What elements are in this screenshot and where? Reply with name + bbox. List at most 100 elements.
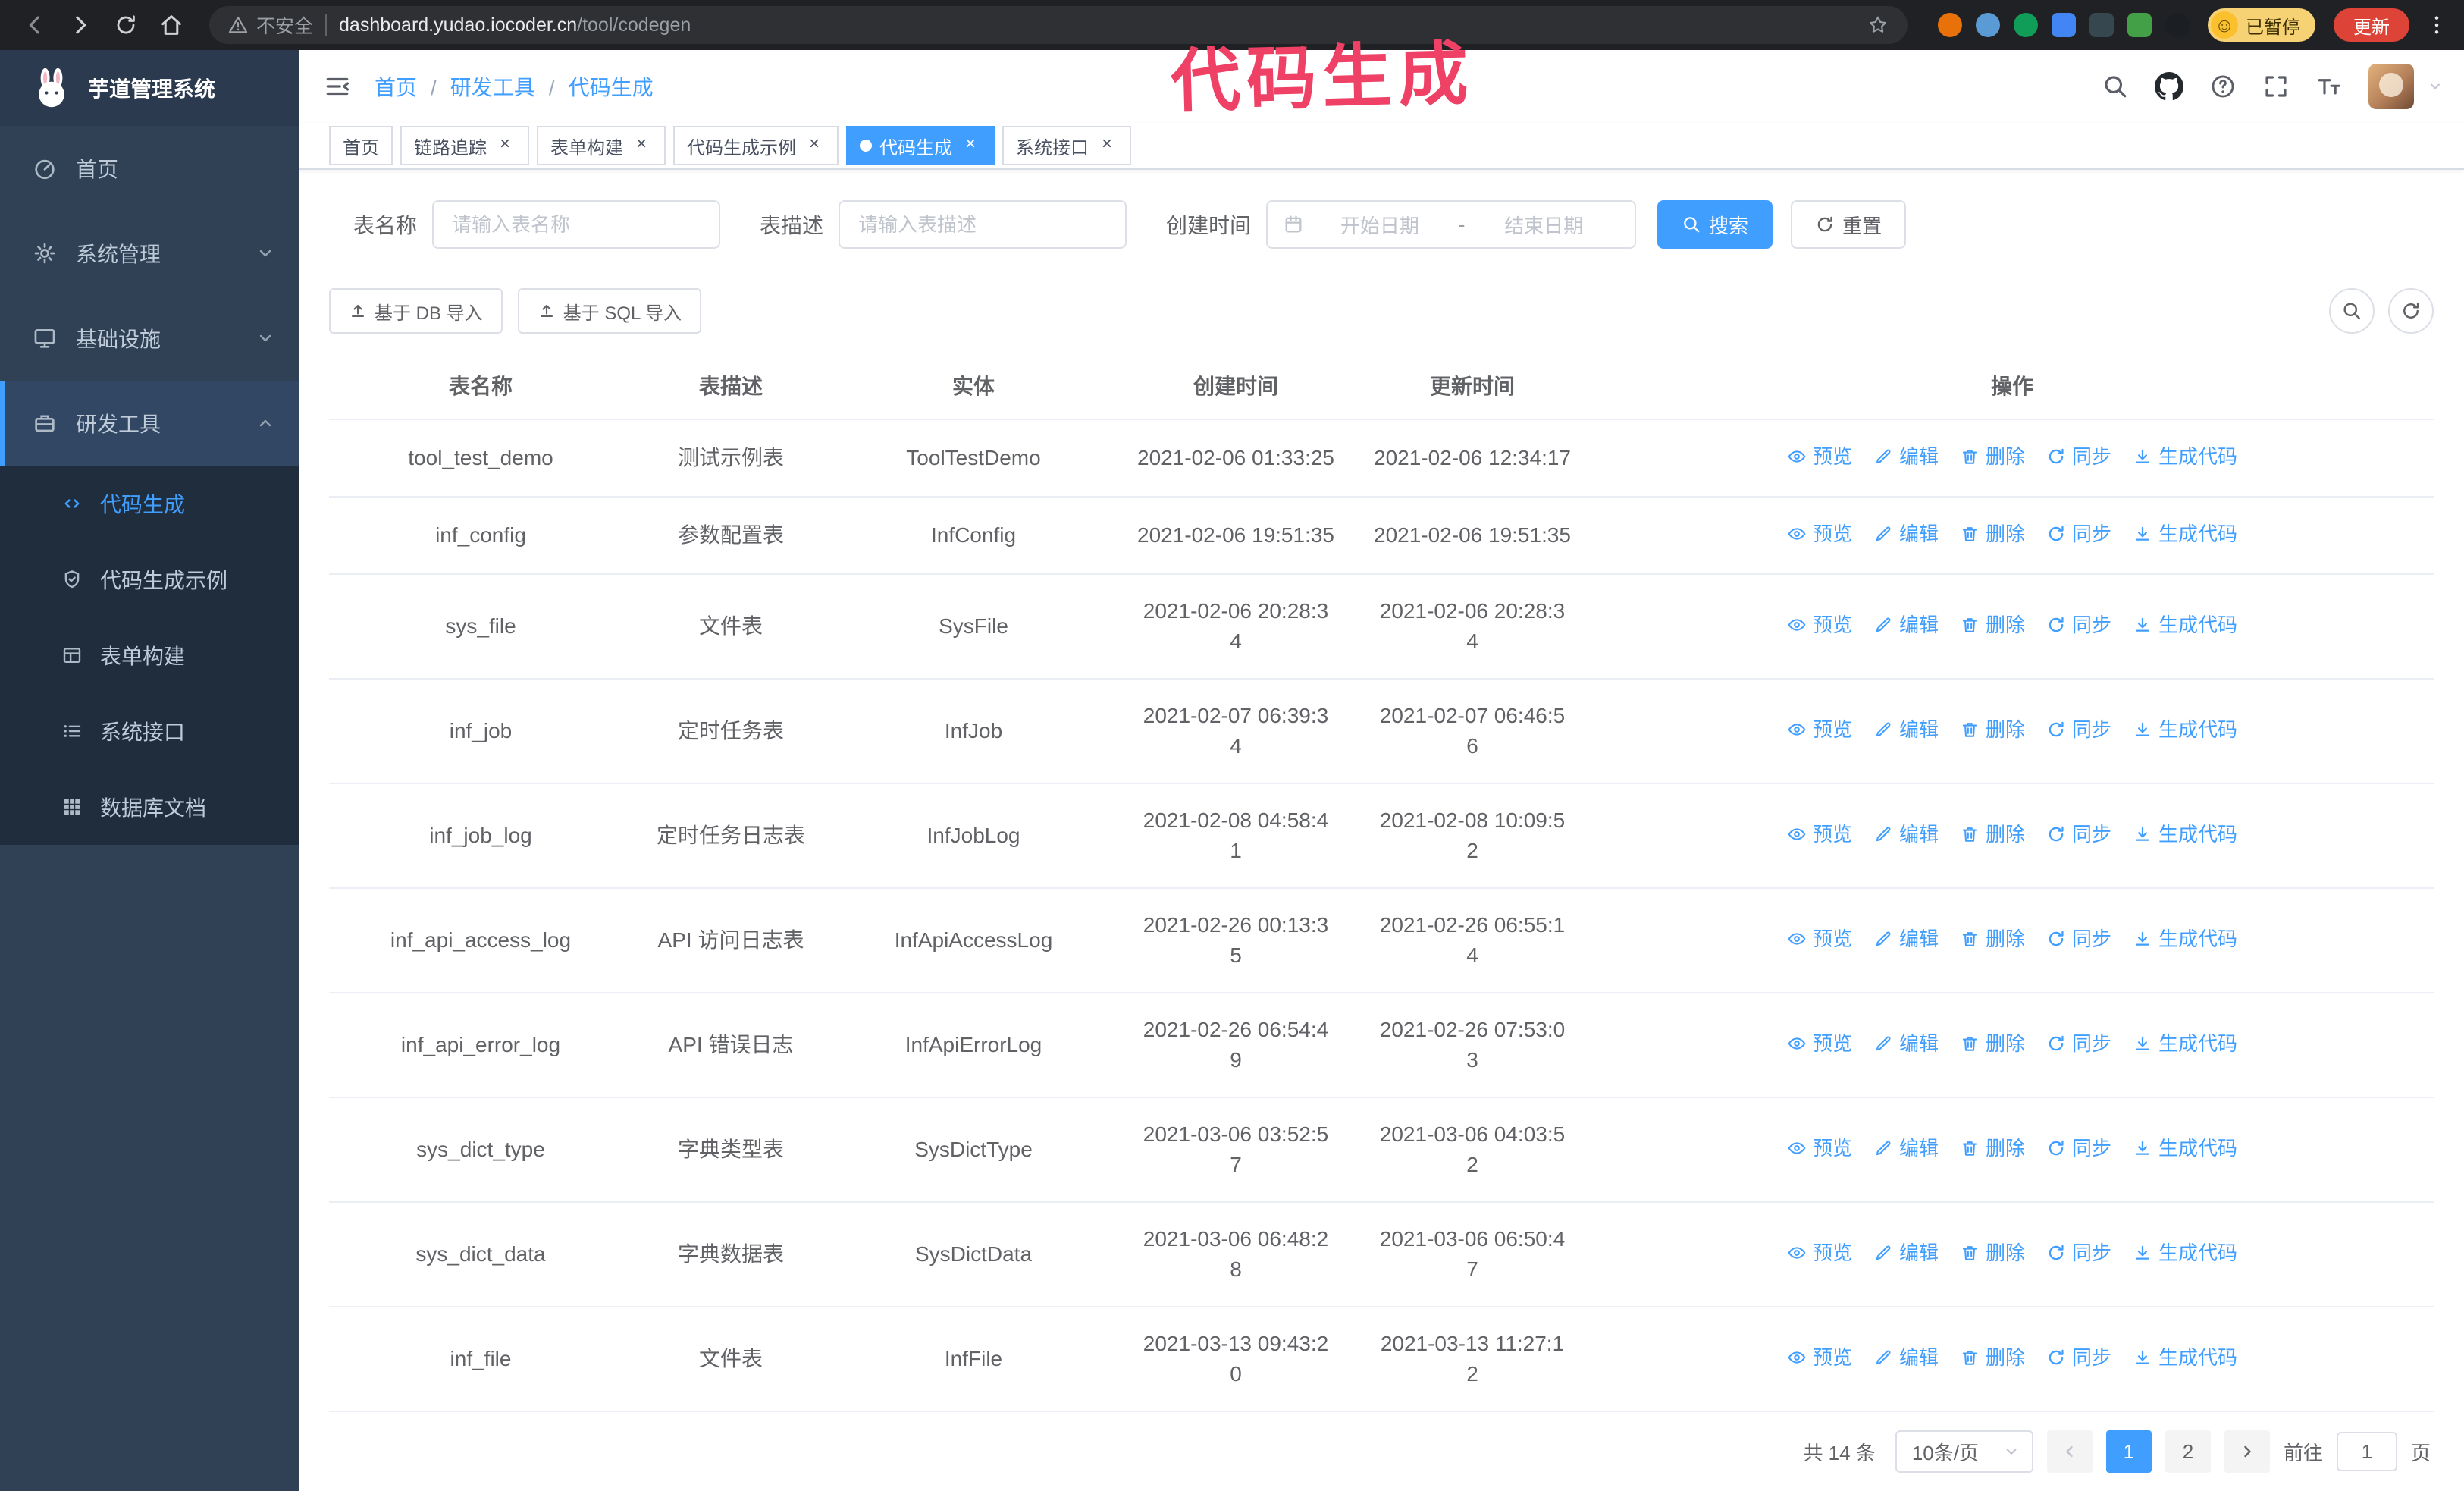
sidebar-fold-icon[interactable]	[323, 72, 352, 101]
close-icon[interactable]: ×	[1096, 135, 1118, 156]
chevron-down-icon[interactable]	[2428, 79, 2443, 94]
chrome-update-button[interactable]: 更新	[2334, 8, 2409, 42]
extension-dark-icon[interactable]	[2089, 13, 2114, 37]
delete-link[interactable]: 删除	[1960, 441, 2025, 472]
avatar[interactable]	[2368, 64, 2414, 110]
edit-link[interactable]: 编辑	[1873, 1028, 1939, 1059]
extension-people-icon[interactable]	[2052, 13, 2076, 37]
tab-tracing[interactable]: 链路追踪 ×	[400, 126, 529, 166]
sync-link[interactable]: 同步	[2046, 610, 2111, 640]
search-icon[interactable]	[2102, 73, 2129, 100]
sidebar-item-system[interactable]: 系统管理	[0, 211, 299, 296]
preview-link[interactable]: 预览	[1787, 1028, 1852, 1059]
sync-link[interactable]: 同步	[2046, 441, 2111, 472]
extension-knot-icon[interactable]	[2165, 13, 2190, 37]
edit-link[interactable]: 编辑	[1873, 1342, 1939, 1373]
delete-link[interactable]: 删除	[1960, 924, 2025, 954]
github-icon[interactable]	[2155, 72, 2183, 101]
sync-link[interactable]: 同步	[2046, 519, 2111, 549]
generate-link[interactable]: 生成代码	[2133, 1342, 2237, 1373]
import-db-button[interactable]: 基于 DB 导入	[329, 288, 503, 334]
tab-codegen[interactable]: 代码生成 ×	[846, 126, 995, 166]
sync-link[interactable]: 同步	[2046, 819, 2111, 849]
generate-link[interactable]: 生成代码	[2133, 1238, 2237, 1268]
tab-home[interactable]: 首页	[329, 126, 393, 166]
security-indicator[interactable]: 不安全	[227, 11, 313, 39]
edit-link[interactable]: 编辑	[1873, 441, 1939, 472]
generate-link[interactable]: 生成代码	[2133, 519, 2237, 549]
edit-link[interactable]: 编辑	[1873, 819, 1939, 849]
sync-link[interactable]: 同步	[2046, 1133, 2111, 1163]
sidebar-subitem-db-doc[interactable]: 数据库文档	[0, 769, 299, 845]
close-icon[interactable]: ×	[494, 135, 516, 156]
close-icon[interactable]: ×	[960, 135, 981, 156]
close-icon[interactable]: ×	[631, 135, 652, 156]
bookmark-star-icon[interactable]	[1867, 14, 1889, 36]
generate-link[interactable]: 生成代码	[2133, 1133, 2237, 1163]
profile-paused-badge[interactable]: ☺ 已暂停	[2208, 8, 2315, 42]
browser-back-button[interactable]	[15, 5, 55, 45]
delete-link[interactable]: 删除	[1960, 519, 2025, 549]
sidebar-subitem-api[interactable]: 系统接口	[0, 693, 299, 769]
tab-api[interactable]: 系统接口 ×	[1002, 126, 1131, 166]
generate-link[interactable]: 生成代码	[2133, 610, 2237, 640]
sync-link[interactable]: 同步	[2046, 1342, 2111, 1373]
sync-link[interactable]: 同步	[2046, 1028, 2111, 1059]
next-page-button[interactable]	[2224, 1430, 2270, 1473]
table-desc-input[interactable]	[839, 200, 1127, 249]
extension-leaf-icon[interactable]	[2127, 13, 2152, 37]
browser-forward-button[interactable]	[61, 5, 100, 45]
preview-link[interactable]: 预览	[1787, 714, 1852, 745]
delete-link[interactable]: 删除	[1960, 1028, 2025, 1059]
delete-link[interactable]: 删除	[1960, 714, 2025, 745]
preview-link[interactable]: 预览	[1787, 1133, 1852, 1163]
app-logo-area[interactable]: 芋道管理系统	[0, 50, 299, 126]
sidebar-item-home[interactable]: 首页	[0, 126, 299, 211]
sidebar-subitem-form-builder[interactable]: 表单构建	[0, 617, 299, 693]
create-time-range-picker[interactable]: 开始日期 - 结束日期	[1266, 200, 1637, 249]
goto-page-input[interactable]	[2336, 1432, 2397, 1471]
delete-link[interactable]: 删除	[1960, 1133, 2025, 1163]
edit-link[interactable]: 编辑	[1873, 924, 1939, 954]
sidebar-item-dev-tools[interactable]: 研发工具	[0, 381, 299, 466]
toggle-search-button[interactable]	[2329, 288, 2375, 334]
search-button[interactable]: 搜索	[1657, 200, 1773, 249]
sidebar-subitem-codegen-example[interactable]: 代码生成示例	[0, 541, 299, 617]
generate-link[interactable]: 生成代码	[2133, 924, 2237, 954]
edit-link[interactable]: 编辑	[1873, 1133, 1939, 1163]
extension-check-icon[interactable]	[2014, 13, 2038, 37]
page-1-button[interactable]: 1	[2105, 1430, 2152, 1473]
generate-link[interactable]: 生成代码	[2133, 1028, 2237, 1059]
browser-home-button[interactable]	[152, 5, 191, 45]
sidebar-subitem-codegen[interactable]: 代码生成	[0, 466, 299, 541]
extension-drop-icon[interactable]	[1976, 13, 2000, 37]
tab-codegen-example[interactable]: 代码生成示例 ×	[673, 126, 839, 166]
preview-link[interactable]: 预览	[1787, 924, 1852, 954]
generate-link[interactable]: 生成代码	[2133, 714, 2237, 745]
browser-reload-button[interactable]	[106, 5, 146, 45]
tab-form-builder[interactable]: 表单构建 ×	[537, 126, 666, 166]
reset-button[interactable]: 重置	[1791, 200, 1907, 249]
font-size-icon[interactable]	[2315, 73, 2343, 100]
breadcrumb-dev-tools[interactable]: 研发工具	[417, 71, 535, 102]
preview-link[interactable]: 预览	[1787, 1342, 1852, 1373]
prev-page-button[interactable]	[2046, 1430, 2093, 1473]
sync-link[interactable]: 同步	[2046, 1238, 2111, 1268]
preview-link[interactable]: 预览	[1787, 610, 1852, 640]
page-2-button[interactable]: 2	[2165, 1430, 2211, 1473]
breadcrumb-home[interactable]: 首页	[375, 71, 417, 102]
close-icon[interactable]: ×	[804, 135, 825, 156]
delete-link[interactable]: 删除	[1960, 610, 2025, 640]
preview-link[interactable]: 预览	[1787, 441, 1852, 472]
delete-link[interactable]: 删除	[1960, 819, 2025, 849]
edit-link[interactable]: 编辑	[1873, 610, 1939, 640]
edit-link[interactable]: 编辑	[1873, 714, 1939, 745]
breadcrumb-codegen[interactable]: 代码生成	[535, 71, 654, 102]
sync-link[interactable]: 同步	[2046, 714, 2111, 745]
edit-link[interactable]: 编辑	[1873, 1238, 1939, 1268]
browser-menu-icon[interactable]	[2425, 13, 2449, 37]
delete-link[interactable]: 删除	[1960, 1342, 2025, 1373]
sync-link[interactable]: 同步	[2046, 924, 2111, 954]
table-name-input[interactable]	[432, 200, 721, 249]
generate-link[interactable]: 生成代码	[2133, 819, 2237, 849]
